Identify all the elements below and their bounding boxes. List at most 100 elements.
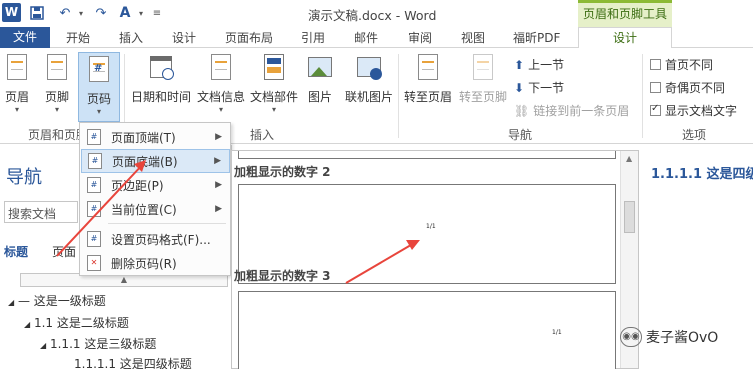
- doc-info-icon: [207, 54, 235, 84]
- tree-item-level1[interactable]: ◢ — 这是一级标题: [8, 292, 106, 309]
- submenu-arrow-icon: ▶: [214, 156, 221, 166]
- window-title: 演示文稿.docx - Word: [308, 8, 437, 23]
- show-doc-text-option[interactable]: 显示文档文字: [650, 102, 737, 119]
- tab-foxit-pdf[interactable]: 福昕PDF: [513, 29, 560, 46]
- document-heading: 1.1.1.1 这是四级标题: [651, 167, 753, 182]
- chevron-down-icon: ▾: [218, 105, 223, 114]
- footer-label: 页脚: [44, 90, 69, 104]
- tab-mailings[interactable]: 邮件: [354, 29, 378, 46]
- submenu-arrow-icon: ▶: [215, 180, 222, 190]
- remove-page-numbers-icon: ✕: [87, 255, 101, 271]
- chevron-down-icon: ▾: [54, 105, 59, 114]
- show-doc-text-checkbox[interactable]: [650, 103, 661, 116]
- tab-references[interactable]: 引用: [301, 29, 325, 46]
- chevron-down-icon: ▾: [14, 105, 19, 114]
- tree-item-label: — 这是一级标题: [17, 294, 106, 308]
- watermark: ◉◉ 麦子酱OvO: [620, 327, 718, 347]
- ribbon-tabs: 文件 开始 插入 设计 页面布局 引用 邮件 审阅 视图 福昕PDF 设计: [0, 27, 753, 49]
- header-icon: [3, 54, 31, 84]
- group-separator: [398, 54, 399, 138]
- different-first-page-label: 首页不同: [665, 58, 714, 72]
- footer-icon: [43, 54, 71, 84]
- submenu-arrow-icon: ▶: [215, 132, 222, 142]
- scroll-up-icon[interactable]: ▲: [626, 154, 632, 163]
- header-button[interactable]: 页眉 ▾: [2, 54, 32, 114]
- different-first-page-checkbox[interactable]: [650, 59, 661, 70]
- tree-item-level2[interactable]: ◢ 1.1 这是二级标题: [24, 314, 129, 331]
- page-number-icon: #: [85, 56, 113, 86]
- nav-search-input[interactable]: 搜索文档: [4, 201, 78, 223]
- tab-header-footer-design[interactable]: 设计: [578, 27, 672, 49]
- menu-item-bottom-of-page[interactable]: # 页面底端(B) ▶: [81, 149, 230, 173]
- gallery-preview-partial[interactable]: [238, 151, 616, 159]
- date-time-button[interactable]: 日期和时间: [130, 54, 192, 105]
- picture-button[interactable]: 图片: [304, 54, 336, 105]
- redo-icon[interactable]: ↷: [92, 4, 110, 22]
- menu-item-label: 页面底端(B): [112, 154, 178, 169]
- gallery-item2-preview[interactable]: 1/1: [238, 291, 616, 369]
- doc-parts-button[interactable]: 文档部件 ▾: [248, 54, 300, 114]
- picture-label: 图片: [307, 90, 332, 104]
- different-odd-even-checkbox[interactable]: [650, 82, 661, 93]
- show-doc-text-label: 显示文档文字: [665, 104, 738, 118]
- tree-item-level4[interactable]: 1.1.1.1 这是四级标题: [74, 355, 192, 369]
- collapse-triangle-icon[interactable]: ◢: [24, 320, 30, 329]
- link-previous-button[interactable]: ⛓ 链接到前一条页眉: [514, 102, 629, 119]
- different-odd-even-option[interactable]: 奇偶页不同: [650, 79, 725, 96]
- gallery-item2-page-number: 1/1: [552, 329, 562, 336]
- online-picture-icon: [355, 54, 383, 84]
- next-section-button[interactable]: ⬇ 下一节: [514, 79, 564, 96]
- menu-item-page-margins[interactable]: # 页边距(P) ▶: [81, 173, 230, 197]
- prev-section-label: 上一节: [528, 58, 565, 72]
- doc-info-button[interactable]: 文档信息 ▾: [196, 54, 246, 114]
- nav-tab-headings[interactable]: 标题: [4, 243, 28, 260]
- save-icon[interactable]: [28, 4, 46, 22]
- group-separator: [642, 54, 643, 138]
- tab-home[interactable]: 开始: [66, 29, 90, 46]
- tab-design[interactable]: 设计: [172, 29, 196, 46]
- online-picture-button[interactable]: 联机图片: [342, 54, 396, 105]
- prev-section-button[interactable]: ⬆ 上一节: [514, 56, 564, 73]
- gallery-item1-title: 加粗显示的数字 2: [234, 165, 331, 179]
- menu-item-format-page-numbers[interactable]: # 设置页码格式(F)...: [81, 227, 230, 251]
- gallery-item2-title: 加粗显示的数字 3: [234, 269, 331, 283]
- goto-header-button[interactable]: 转至页眉: [402, 54, 454, 105]
- title-bar: W ↶ ▾ ↷ A ▾ ≡ 演示文稿.docx - Word 页眉和页脚工具: [0, 0, 753, 27]
- goto-footer-label: 转至页脚: [458, 90, 507, 104]
- group-insert-label: 插入: [250, 128, 275, 142]
- word-app-icon[interactable]: W: [2, 3, 21, 22]
- doc-parts-label: 文档部件: [249, 90, 298, 104]
- undo-dropdown-icon[interactable]: ▾: [72, 4, 90, 22]
- scroll-thumb[interactable]: [624, 201, 635, 233]
- menu-item-label: 页边距(P): [111, 178, 164, 193]
- menu-item-label: 设置页码格式(F)...: [111, 232, 211, 247]
- menu-item-top-of-page[interactable]: # 页面顶端(T) ▶: [81, 125, 230, 149]
- current-position-icon: #: [87, 201, 101, 217]
- tab-layout[interactable]: 页面布局: [225, 29, 273, 46]
- date-time-label: 日期和时间: [130, 90, 191, 104]
- nav-tab-pages[interactable]: 页面: [52, 243, 76, 260]
- menu-item-current-position[interactable]: # 当前位置(C) ▶: [81, 197, 230, 221]
- page-number-button[interactable]: # 页码 ▾: [78, 52, 120, 122]
- customize-toolbar-icon[interactable]: ≡: [148, 4, 166, 22]
- goto-footer-button[interactable]: 转至页脚: [456, 54, 510, 105]
- footer-button[interactable]: 页脚 ▾: [42, 54, 72, 114]
- page-margins-icon: #: [87, 177, 101, 193]
- tab-review[interactable]: 审阅: [408, 29, 432, 46]
- tab-file[interactable]: 文件: [0, 27, 50, 48]
- nav-title: 导航: [6, 167, 42, 188]
- menu-item-remove-page-numbers[interactable]: ✕ 删除页码(R): [81, 251, 230, 275]
- page-number-menu: # 页面顶端(T) ▶ # 页面底端(B) ▶ # 页边距(P) ▶ # 当前位…: [79, 122, 231, 276]
- tab-view[interactable]: 视图: [461, 29, 485, 46]
- doc-info-label: 文档信息: [196, 90, 245, 104]
- menu-item-label: 页面顶端(T): [111, 130, 176, 145]
- collapse-triangle-icon[interactable]: ◢: [40, 341, 46, 350]
- submenu-arrow-icon: ▶: [215, 204, 222, 214]
- tree-item-label: 1.1.1.1 这是四级标题: [74, 357, 192, 369]
- chevron-down-icon: ▾: [96, 107, 101, 116]
- different-first-page-option[interactable]: 首页不同: [650, 56, 713, 73]
- tree-item-level3[interactable]: ◢ 1.1.1 这是三级标题: [40, 335, 156, 352]
- goto-header-label: 转至页眉: [403, 90, 452, 104]
- tab-insert[interactable]: 插入: [119, 29, 143, 46]
- collapse-triangle-icon[interactable]: ◢: [8, 298, 14, 307]
